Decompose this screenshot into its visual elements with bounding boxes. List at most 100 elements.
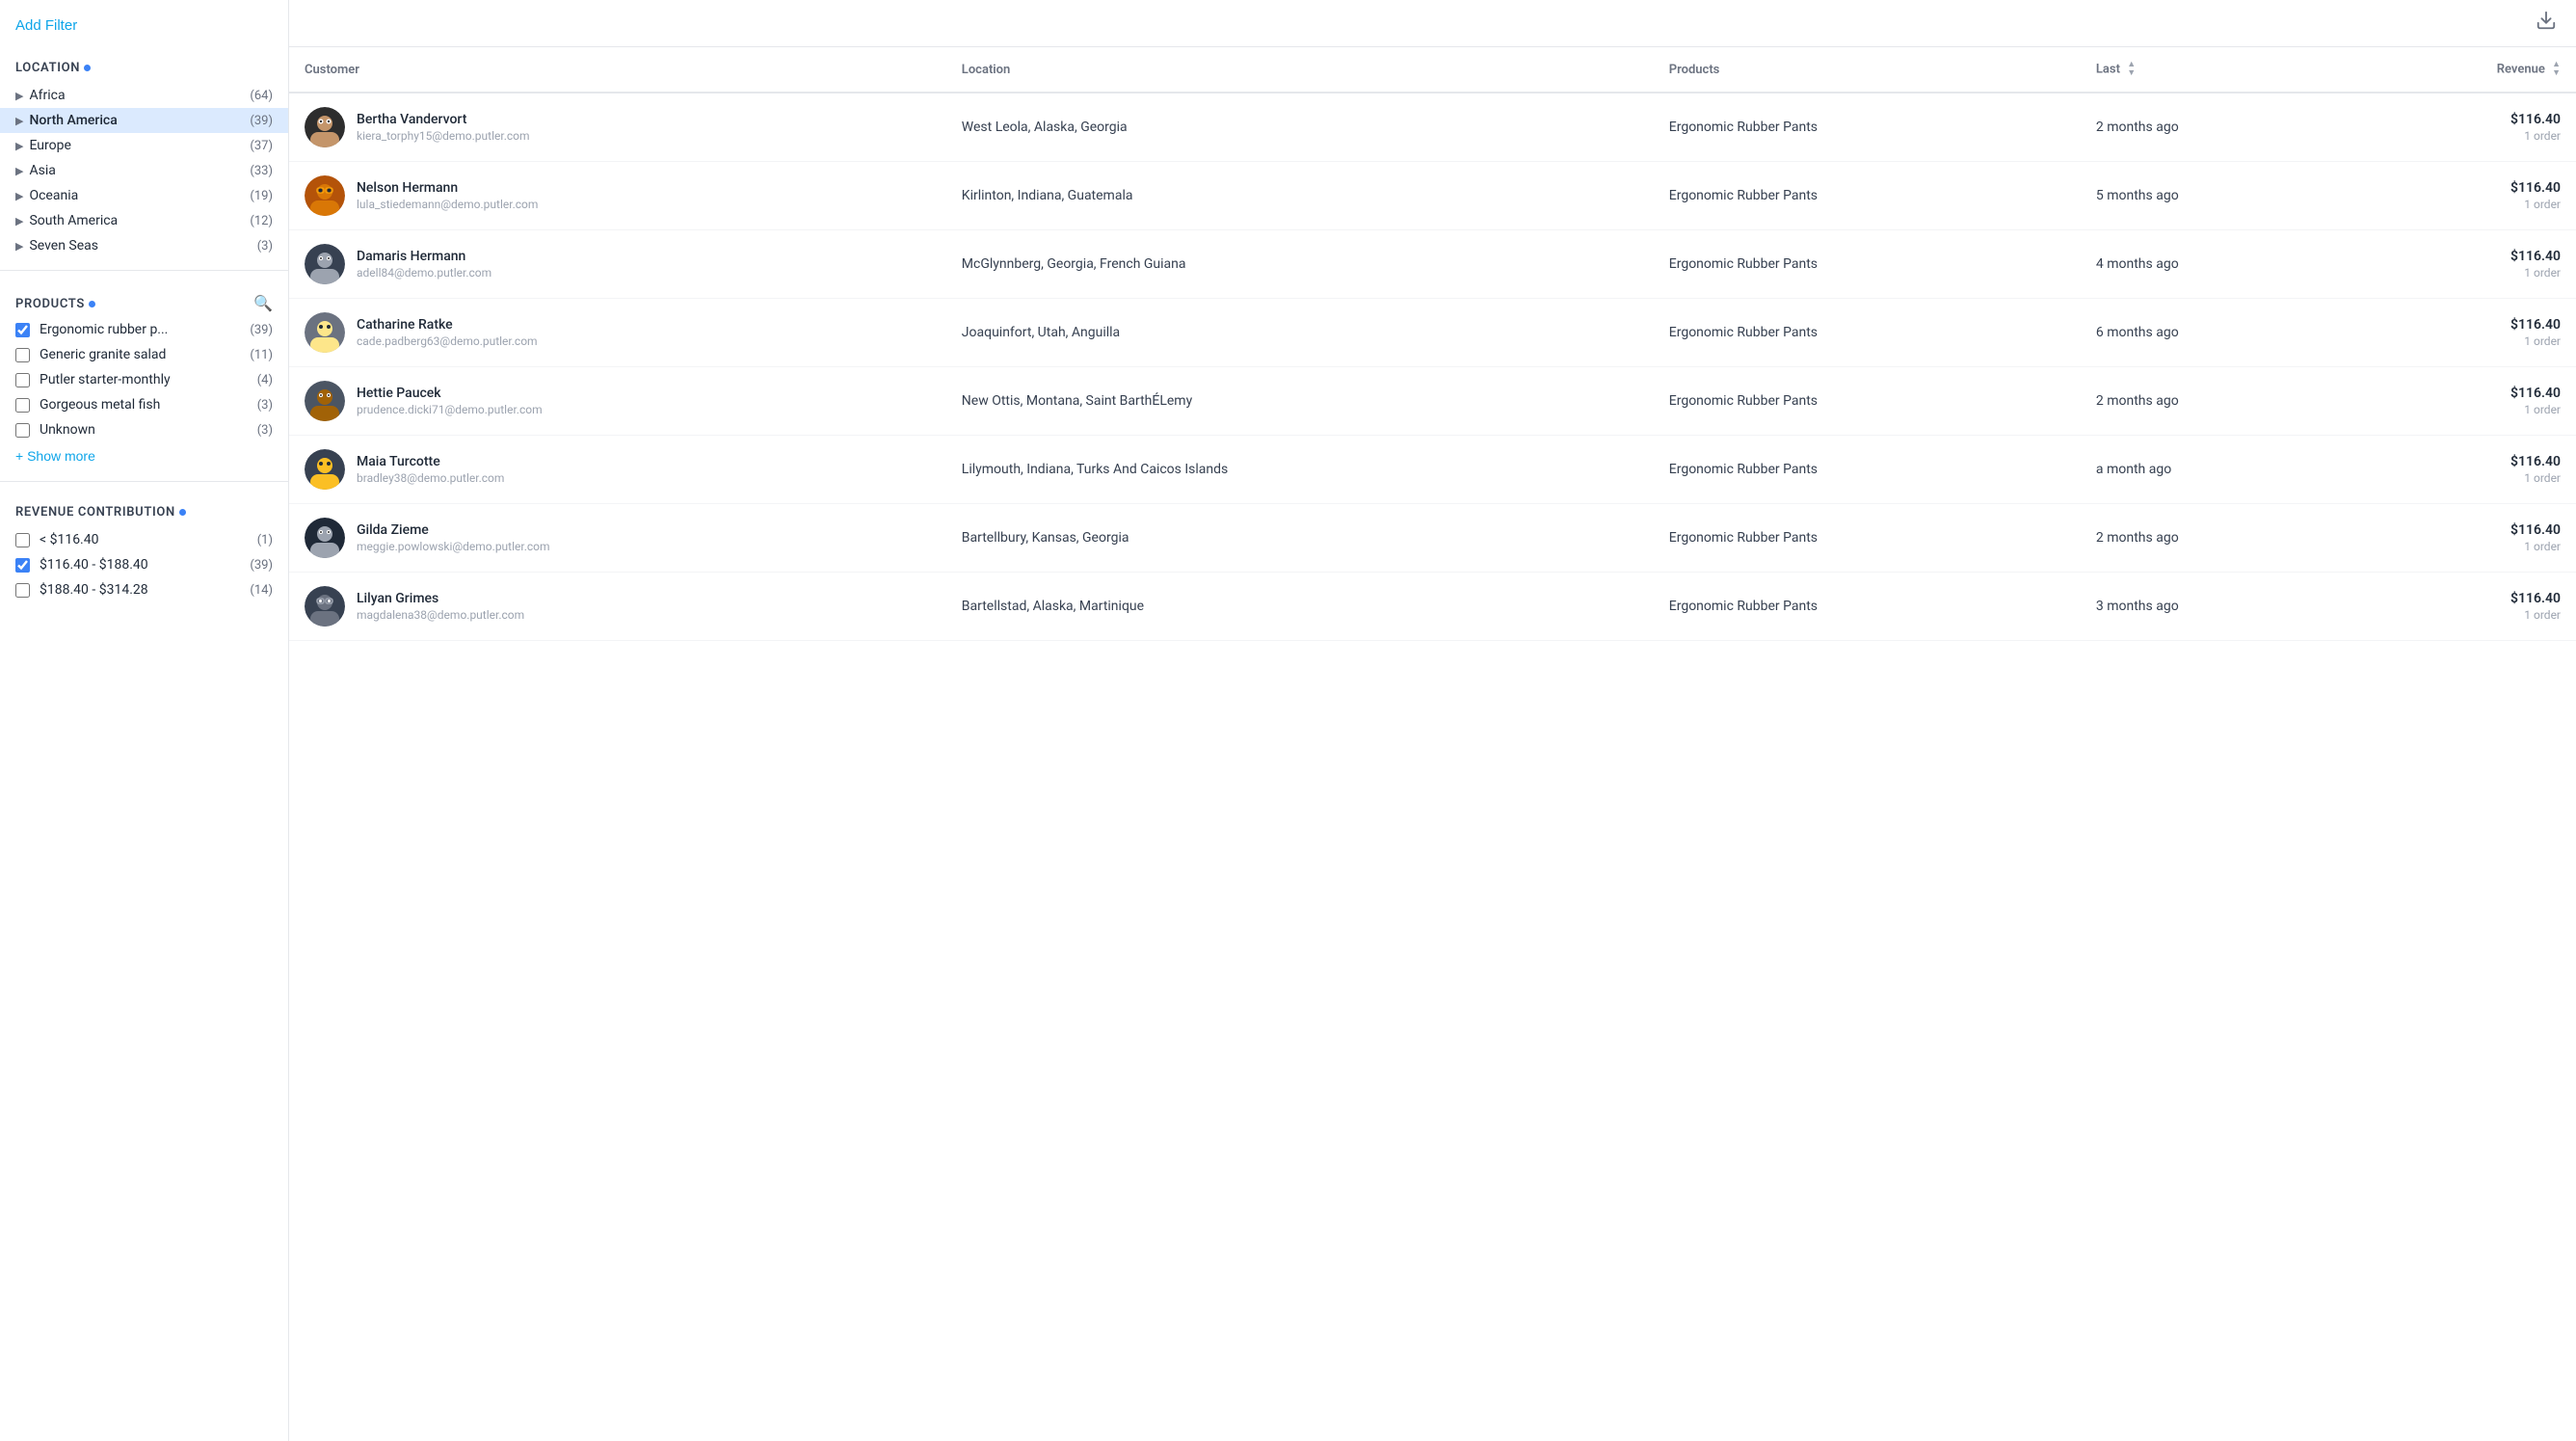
location-label: Oceania bbox=[29, 188, 242, 203]
product-item[interactable]: Unknown (3) bbox=[0, 417, 288, 442]
location-count: (12) bbox=[250, 214, 273, 228]
revenue-item[interactable]: $116.40 - $188.40 (39) bbox=[0, 552, 288, 577]
product-checkbox[interactable] bbox=[15, 423, 30, 438]
table-body: Bertha Vandervort kiera_torphy15@demo.pu… bbox=[289, 93, 2576, 641]
revenue-amount: $116.40 bbox=[2366, 522, 2561, 538]
revenue-checkbox[interactable] bbox=[15, 583, 30, 598]
col-location: Location bbox=[946, 47, 1654, 93]
product-checkbox[interactable] bbox=[15, 323, 30, 337]
revenue-filter-list: < $116.40 (1) $116.40 - $188.40 (39) $18… bbox=[0, 527, 288, 602]
location-label: Asia bbox=[29, 163, 242, 178]
location-count: (19) bbox=[250, 189, 273, 203]
top-bar bbox=[289, 0, 2576, 47]
location-item[interactable]: ▶ Seven Seas (3) bbox=[0, 233, 288, 258]
table-row[interactable]: Gilda Zieme meggie.powlowski@demo.putler… bbox=[289, 504, 2576, 573]
chevron-icon: ▶ bbox=[15, 215, 23, 227]
add-filter-button[interactable]: Add Filter bbox=[15, 17, 77, 34]
product-checkbox[interactable] bbox=[15, 373, 30, 387]
product-cell: Ergonomic Rubber Pants bbox=[1654, 436, 2081, 504]
product-cell: Ergonomic Rubber Pants bbox=[1654, 504, 2081, 573]
location-item[interactable]: ▶ Africa (64) bbox=[0, 83, 288, 108]
revenue-amount: $116.40 bbox=[2366, 317, 2561, 333]
revenue-amount: $116.40 bbox=[2366, 591, 2561, 606]
customer-name: Catharine Ratke bbox=[357, 317, 538, 333]
customer-info: Catharine Ratke cade.padberg63@demo.putl… bbox=[357, 317, 538, 348]
customer-email: prudence.dicki71@demo.putler.com bbox=[357, 403, 543, 416]
last-cell: 6 months ago bbox=[2081, 299, 2350, 367]
location-label: North America bbox=[29, 113, 242, 128]
location-label: Europe bbox=[29, 138, 242, 153]
product-label: Putler starter-monthly bbox=[40, 372, 248, 387]
location-cell: Bartellstad, Alaska, Martinique bbox=[946, 573, 1654, 641]
customer-cell-5: Hettie Paucek prudence.dicki71@demo.putl… bbox=[289, 367, 946, 436]
product-checkbox[interactable] bbox=[15, 348, 30, 362]
revenue-label: $116.40 - $188.40 bbox=[40, 557, 240, 573]
revenue-sort-arrows: ▲▼ bbox=[2552, 61, 2561, 78]
customer-email: adell84@demo.putler.com bbox=[357, 266, 491, 280]
product-checkbox[interactable] bbox=[15, 398, 30, 413]
show-more-button[interactable]: + Show more bbox=[0, 442, 111, 469]
location-item[interactable]: ▶ South America (12) bbox=[0, 208, 288, 233]
customer-name: Maia Turcotte bbox=[357, 454, 504, 469]
customer-name: Nelson Hermann bbox=[357, 180, 538, 196]
product-item[interactable]: Putler starter-monthly (4) bbox=[0, 367, 288, 392]
revenue-item[interactable]: < $116.40 (1) bbox=[0, 527, 288, 552]
avatar bbox=[305, 381, 345, 421]
products-search-button[interactable]: 🔍 bbox=[253, 294, 273, 313]
product-item[interactable]: Ergonomic rubber p... (39) bbox=[0, 317, 288, 342]
product-count: (39) bbox=[250, 323, 273, 337]
customer-cell-4: Catharine Ratke cade.padberg63@demo.putl… bbox=[289, 299, 946, 367]
location-item[interactable]: ▶ Oceania (19) bbox=[0, 183, 288, 208]
product-count: (3) bbox=[257, 423, 273, 438]
product-label: Ergonomic rubber p... bbox=[40, 322, 240, 337]
revenue-orders: 1 order bbox=[2366, 266, 2561, 280]
revenue-orders: 1 order bbox=[2366, 403, 2561, 416]
product-label: Gorgeous metal fish bbox=[40, 397, 248, 413]
table-row[interactable]: Nelson Hermann lula_stiedemann@demo.putl… bbox=[289, 162, 2576, 230]
download-button[interactable] bbox=[2536, 10, 2557, 37]
col-last[interactable]: Last ▲▼ bbox=[2081, 47, 2350, 93]
chevron-icon: ▶ bbox=[15, 115, 23, 127]
chevron-icon: ▶ bbox=[15, 240, 23, 253]
revenue-checkbox[interactable] bbox=[15, 558, 30, 573]
divider-1 bbox=[0, 270, 288, 271]
location-item[interactable]: ▶ North America (39) bbox=[0, 108, 288, 133]
products-section: Products 🔍 Ergonomic rubber p... (39) Ge… bbox=[0, 282, 288, 469]
last-cell: 2 months ago bbox=[2081, 367, 2350, 436]
revenue-orders: 1 order bbox=[2366, 608, 2561, 622]
col-products: Products bbox=[1654, 47, 2081, 93]
customer-cell-7: Gilda Zieme meggie.powlowski@demo.putler… bbox=[289, 504, 946, 573]
table-row[interactable]: Catharine Ratke cade.padberg63@demo.putl… bbox=[289, 299, 2576, 367]
revenue-checkbox[interactable] bbox=[15, 533, 30, 547]
revenue-amount: $116.40 bbox=[2366, 180, 2561, 196]
avatar bbox=[305, 586, 345, 627]
location-section: Location ▶ Africa (64) ▶ North America (… bbox=[0, 49, 288, 258]
table-row[interactable]: Bertha Vandervort kiera_torphy15@demo.pu… bbox=[289, 93, 2576, 162]
location-cell: New Ottis, Montana, Saint BarthÉLemy bbox=[946, 367, 1654, 436]
table-row[interactable]: Damaris Hermann adell84@demo.putler.com … bbox=[289, 230, 2576, 299]
customer-cell-8: Lilyan Grimes magdalena38@demo.putler.co… bbox=[289, 573, 946, 641]
revenue-cell: $116.40 1 order bbox=[2350, 230, 2576, 299]
customer-name: Gilda Zieme bbox=[357, 522, 550, 538]
product-cell: Ergonomic Rubber Pants bbox=[1654, 230, 2081, 299]
product-cell: Ergonomic Rubber Pants bbox=[1654, 162, 2081, 230]
table-row[interactable]: Hettie Paucek prudence.dicki71@demo.putl… bbox=[289, 367, 2576, 436]
location-item[interactable]: ▶ Europe (37) bbox=[0, 133, 288, 158]
location-item[interactable]: ▶ Asia (33) bbox=[0, 158, 288, 183]
table-row[interactable]: Lilyan Grimes magdalena38@demo.putler.co… bbox=[289, 573, 2576, 641]
revenue-count: (1) bbox=[257, 533, 273, 547]
revenue-cell: $116.40 1 order bbox=[2350, 436, 2576, 504]
col-customer: Customer bbox=[289, 47, 946, 93]
customer-cell-2: Nelson Hermann lula_stiedemann@demo.putl… bbox=[289, 162, 946, 230]
product-item[interactable]: Gorgeous metal fish (3) bbox=[0, 392, 288, 417]
col-revenue[interactable]: Revenue ▲▼ bbox=[2350, 47, 2576, 93]
product-label: Unknown bbox=[40, 422, 248, 438]
revenue-section-title: Revenue Contribution bbox=[0, 494, 288, 527]
last-cell: 3 months ago bbox=[2081, 573, 2350, 641]
revenue-cell: $116.40 1 order bbox=[2350, 299, 2576, 367]
revenue-item[interactable]: $188.40 - $314.28 (14) bbox=[0, 577, 288, 602]
revenue-cell: $116.40 1 order bbox=[2350, 93, 2576, 162]
customer-email: magdalena38@demo.putler.com bbox=[357, 608, 524, 622]
product-item[interactable]: Generic granite salad (11) bbox=[0, 342, 288, 367]
table-row[interactable]: Maia Turcotte bradley38@demo.putler.com … bbox=[289, 436, 2576, 504]
